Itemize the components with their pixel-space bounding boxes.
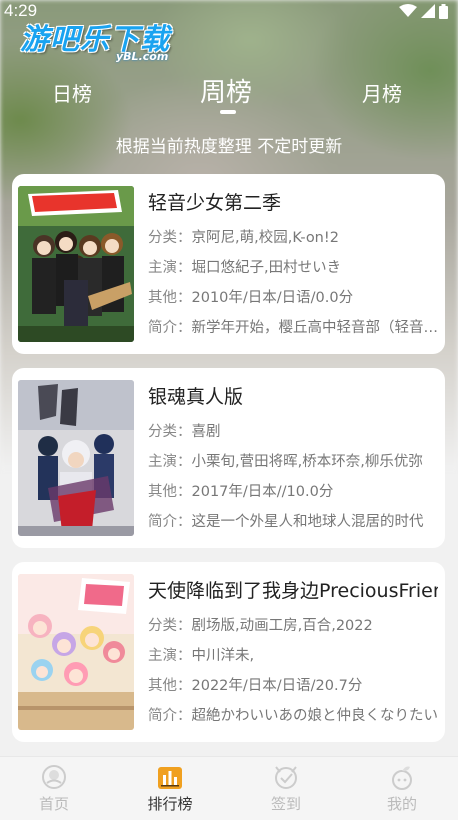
card-title[interactable]: 天使降临到了我身边PreciousFriends <box>148 576 438 603</box>
intro-row: 简介：这是一个外星人和地球人混居的时代 <box>148 514 424 530</box>
home-icon <box>42 765 66 789</box>
nav-profile[interactable]: 我的 <box>362 763 442 814</box>
tab-weekly[interactable]: 周榜 <box>200 72 252 109</box>
poster-image[interactable] <box>18 186 134 342</box>
page-subtitle: 根据当前热度整理 不定时更新 <box>115 137 343 157</box>
wifi-icon <box>399 4 417 17</box>
tab-monthly[interactable]: 月榜 <box>362 78 402 107</box>
category-row: 分类：京阿尼,萌,校园,K-on!2 <box>148 230 339 246</box>
cast-row: 主演：小栗旬,菅田将晖,桥本环奈,柳乐优弥 <box>148 454 423 470</box>
other-row: 其他：2010年/日本/日语/0.0分 <box>148 290 354 306</box>
nav-checkin[interactable]: 签到 <box>246 763 326 814</box>
ranking-tabs: 日榜 周榜 月榜 <box>0 68 458 118</box>
other-row: 其他：2022年/日本/日语/20.7分 <box>148 678 363 694</box>
ranking-card[interactable]: 天使降临到了我身边PreciousFriends 分类：剧场版,动画工房,百合,… <box>12 562 445 742</box>
ranking-card[interactable]: 轻音少女第二季 分类：京阿尼,萌,校园,K-on!2 主演：堀口悠紀子,田村せい… <box>12 174 445 354</box>
card-title[interactable]: 银魂真人版 <box>148 382 438 409</box>
cast-row: 主演：堀口悠紀子,田村せいき <box>148 260 342 276</box>
ranking-card[interactable]: 银魂真人版 分类：喜剧 主演：小栗旬,菅田将晖,桥本环奈,柳乐优弥 其他：201… <box>12 368 445 548</box>
other-row: 其他：2017年/日本//10.0分 <box>148 484 334 500</box>
system-icons <box>399 3 448 19</box>
battery-icon <box>439 3 448 19</box>
nav-ranking-label: 排行榜 <box>147 795 193 813</box>
poster-image[interactable] <box>18 380 134 536</box>
bottom-navigation: 首页 排行榜 签到 我的 <box>0 756 458 820</box>
checkin-icon <box>275 766 297 789</box>
active-tab-indicator <box>220 110 236 114</box>
intro-row: 简介：超絶かわいいあの娘と仲良くなりたい <box>148 708 438 724</box>
logo-subtext: yBL.com <box>116 50 169 63</box>
intro-row: 简介：新学年开始，樱丘高中轻音部（轻音部）的五名成员 <box>148 320 438 336</box>
app-logo: 游吧乐下载 yBL.com <box>20 16 190 70</box>
nav-profile-label: 我的 <box>386 795 417 813</box>
profile-icon <box>392 766 412 790</box>
cast-row: 主演：中川洋未, <box>148 648 255 664</box>
signal-icon <box>421 4 435 18</box>
nav-home[interactable]: 首页 <box>14 763 94 814</box>
category-row: 分类：喜剧 <box>148 424 221 440</box>
tab-daily[interactable]: 日榜 <box>52 78 92 107</box>
poster-image[interactable] <box>18 574 134 730</box>
ranking-icon <box>158 767 182 789</box>
nav-ranking[interactable]: 排行榜 <box>130 763 210 814</box>
nav-checkin-label: 签到 <box>270 795 301 813</box>
category-row: 分类：剧场版,动画工房,百合,2022 <box>148 618 373 634</box>
card-title[interactable]: 轻音少女第二季 <box>148 188 438 215</box>
nav-home-label: 首页 <box>38 795 69 813</box>
